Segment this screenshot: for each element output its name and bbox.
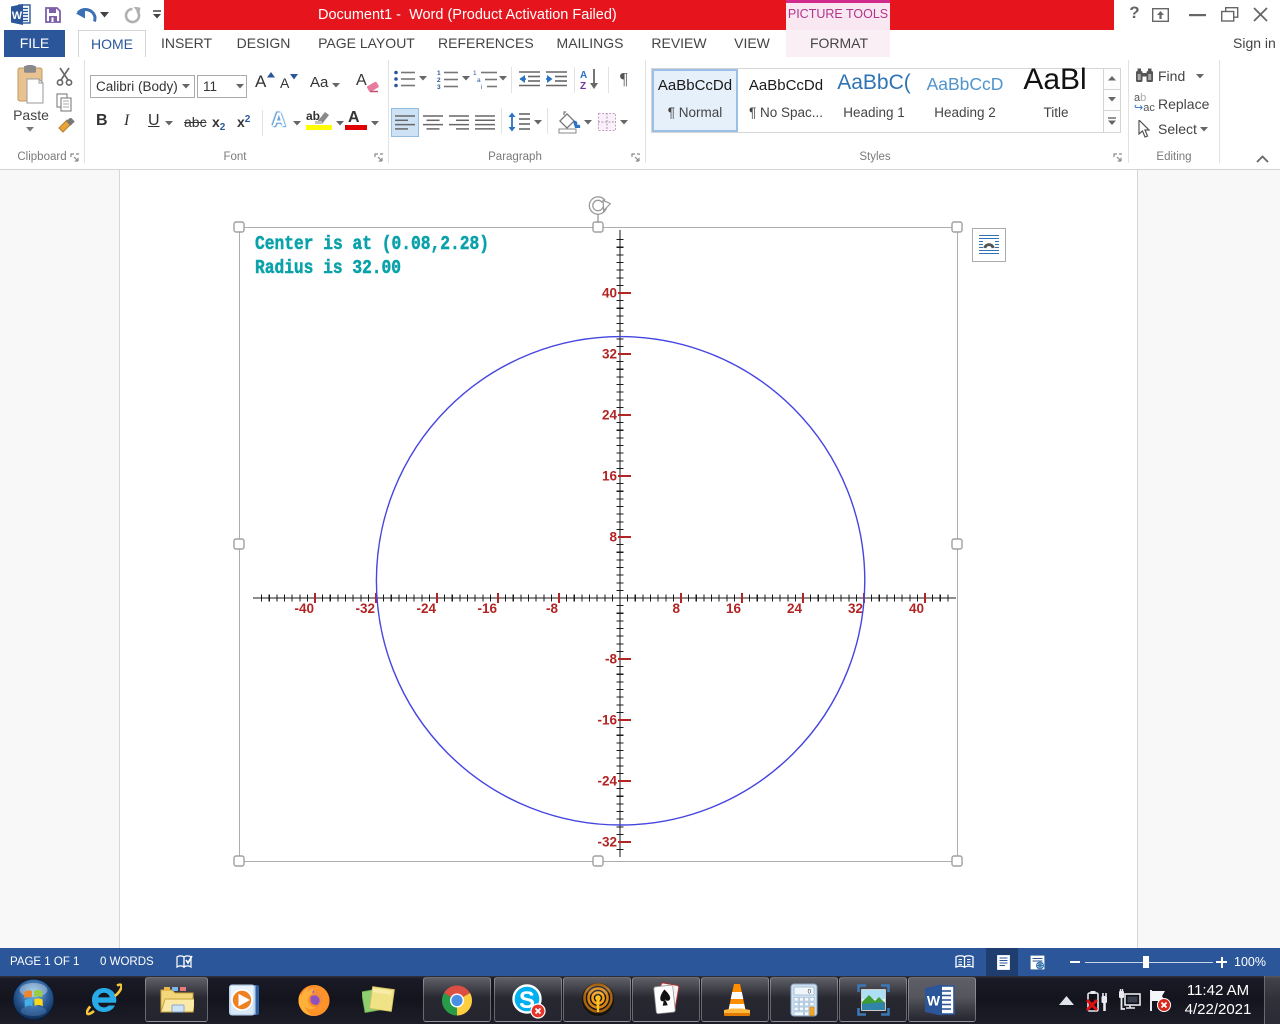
svg-text:W: W <box>927 993 941 1009</box>
svg-text:32: 32 <box>602 347 617 362</box>
svg-text:8: 8 <box>672 601 680 616</box>
svg-text:-32: -32 <box>597 835 617 850</box>
svg-text:-32: -32 <box>355 601 375 616</box>
svg-text:a: a <box>477 77 481 84</box>
svg-text:16: 16 <box>602 469 618 484</box>
svg-text:16: 16 <box>726 601 742 616</box>
svg-text:2: 2 <box>437 77 441 84</box>
svg-text:-24: -24 <box>416 601 436 616</box>
svg-text:1: 1 <box>437 70 441 77</box>
svg-text:Radius is 32.00: Radius is 32.00 <box>255 257 401 279</box>
svg-text:-8: -8 <box>546 601 558 616</box>
svg-text:-40: -40 <box>294 601 314 616</box>
svg-text:3: 3 <box>437 84 441 89</box>
svg-text:A: A <box>580 70 587 81</box>
svg-text:-16: -16 <box>597 713 617 728</box>
svg-text:24: 24 <box>602 408 618 423</box>
svg-text:1: 1 <box>473 70 477 77</box>
svg-text:40: 40 <box>909 601 924 616</box>
svg-text:32: 32 <box>848 601 863 616</box>
svg-text:Center is at (0.08,2.28): Center is at (0.08,2.28) <box>255 233 489 255</box>
svg-text:i: i <box>481 84 482 89</box>
svg-text:-16: -16 <box>477 601 497 616</box>
svg-text:W: W <box>12 10 23 22</box>
svg-text:-24: -24 <box>597 774 617 789</box>
svg-text:Z: Z <box>580 81 586 90</box>
svg-text:8: 8 <box>609 530 617 545</box>
svg-text:40: 40 <box>602 286 617 301</box>
svg-text:24: 24 <box>787 601 803 616</box>
svg-text:-8: -8 <box>605 652 617 667</box>
